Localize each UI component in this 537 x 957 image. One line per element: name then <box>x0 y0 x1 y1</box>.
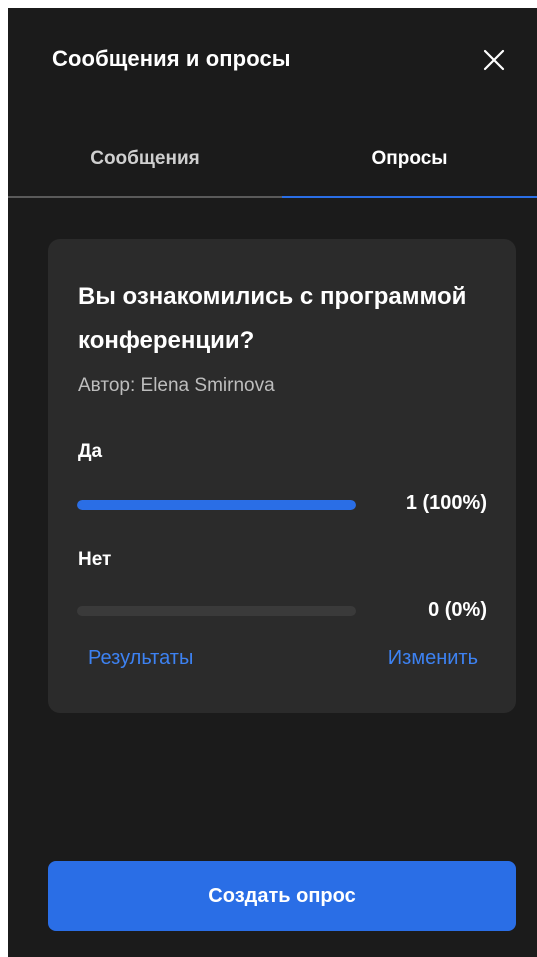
poll-option-bar <box>77 606 356 616</box>
tab-divider <box>8 196 282 198</box>
close-button[interactable] <box>478 44 510 76</box>
poll-option-value: 1 (100%) <box>405 492 487 514</box>
results-link[interactable]: Результаты <box>88 647 193 670</box>
messages-polls-panel: Сообщения и опросы Сообщения Опросы Вы о… <box>8 8 537 957</box>
poll-question: Вы ознакомились с программой конференции… <box>78 283 467 354</box>
panel-header: Сообщения и опросы <box>8 8 537 112</box>
poll-card: Вы ознакомились с программой конференции… <box>48 239 516 713</box>
tab-messages[interactable]: Сообщения <box>8 120 282 198</box>
tab-polls[interactable]: Опросы <box>282 120 537 198</box>
tab-bar: Сообщения Опросы <box>8 120 537 198</box>
active-tab-indicator <box>282 196 537 198</box>
create-poll-button[interactable]: Создать опрос <box>48 861 516 931</box>
close-icon <box>483 49 505 71</box>
poll-option-bar-fill <box>77 500 356 510</box>
edit-link[interactable]: Изменить <box>388 647 478 670</box>
poll-option-label: Да <box>78 441 103 462</box>
poll-option-bar <box>77 500 356 510</box>
poll-option-label: Нет <box>78 549 112 570</box>
panel-title: Сообщения и опросы <box>52 46 291 71</box>
poll-author: Автор: Elena Smirnova <box>78 375 275 396</box>
poll-option-value: 0 (0%) <box>428 599 487 621</box>
